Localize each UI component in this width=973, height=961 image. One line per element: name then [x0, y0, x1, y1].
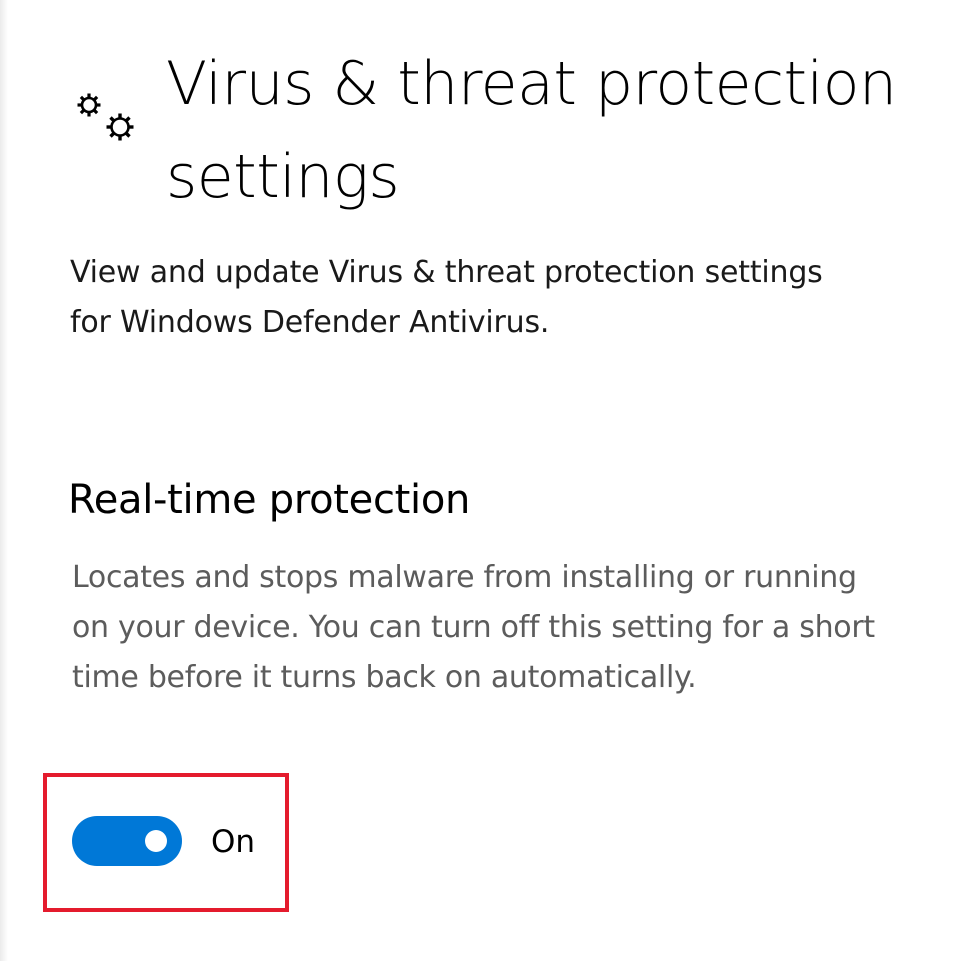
- page-title: Virus & threat protection settings: [166, 49, 897, 212]
- gears-icon: [77, 93, 134, 141]
- page-description: View and update Virus & threat protectio…: [70, 255, 823, 340]
- toggle-state-label: On: [211, 824, 256, 860]
- toggle-knob: [145, 830, 167, 852]
- realtime-protection-title: Real-time protection: [68, 477, 471, 523]
- left-panel-edge: [0, 0, 8, 961]
- realtime-protection-toggle[interactable]: [72, 816, 182, 866]
- realtime-protection-description: Locates and stops malware from installin…: [72, 560, 875, 695]
